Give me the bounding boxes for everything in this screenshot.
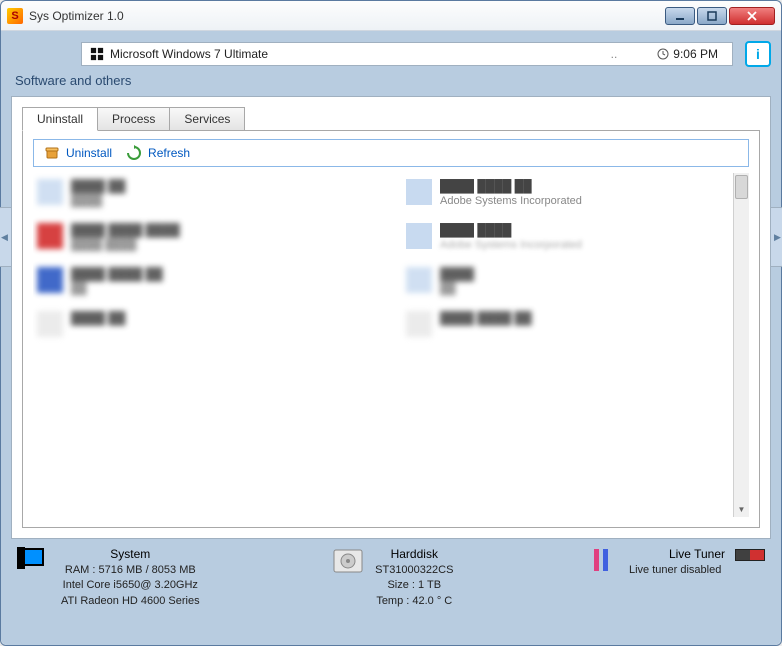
live-state: Live tuner disabled (629, 563, 721, 578)
windows-icon (90, 47, 104, 61)
refresh-icon (126, 145, 142, 161)
app-icon: S (7, 8, 23, 24)
infobar-separator: .. (611, 47, 618, 61)
live-title: Live Tuner (669, 547, 725, 561)
hdd-temp: Temp : 42.0 ° C (376, 594, 452, 609)
monitor-icon (17, 547, 51, 575)
system-title: System (110, 547, 150, 561)
tab-content: Uninstall Refresh ████ ██████ (22, 130, 760, 528)
time-label: 9:06 PM (673, 47, 718, 61)
maximize-icon (707, 11, 717, 21)
tab-process[interactable]: Process (97, 107, 170, 131)
status-bar: System RAM : 5716 MB / 8053 MB Intel Cor… (11, 539, 771, 635)
live-led-icon (735, 549, 765, 561)
scrollbar-thumb[interactable] (735, 175, 748, 199)
tab-uninstall[interactable]: Uninstall (22, 107, 98, 131)
os-label: Microsoft Windows 7 Ultimate (110, 47, 571, 61)
ram-label: RAM : 5716 MB / 8053 MB (65, 563, 196, 578)
uninstall-icon (44, 145, 60, 161)
maximize-button[interactable] (697, 7, 727, 25)
toolbar: Uninstall Refresh (33, 139, 749, 167)
infobar: Microsoft Windows 7 Ultimate .. 9:06 PM (81, 42, 733, 66)
window-title: Sys Optimizer 1.0 (29, 9, 665, 23)
cpu-label: Intel Core i5650@ 3.20GHz (63, 578, 198, 593)
list-item[interactable]: ████ ██ (37, 311, 376, 337)
harddisk-icon (331, 547, 365, 575)
list-item[interactable]: ██████ (406, 267, 745, 295)
live-tuner-status: Live Tuner Live tuner disabled (585, 547, 725, 631)
uninstall-button[interactable]: Uninstall (44, 145, 112, 161)
list-item[interactable]: ████ ████Adobe Systems Incorporated (406, 223, 745, 251)
system-status: System RAM : 5716 MB / 8053 MB Intel Cor… (17, 547, 200, 631)
list-item[interactable]: ████ ████ ████ (37, 267, 376, 295)
minimize-button[interactable] (665, 7, 695, 25)
tab-services[interactable]: Services (169, 107, 245, 131)
gpu-label: ATI Radeon HD 4600 Series (61, 594, 200, 609)
breadcrumb: Software and others (15, 73, 771, 88)
info-icon: i (756, 46, 760, 62)
infobar-row: Microsoft Windows 7 Ultimate .. 9:06 PM … (11, 41, 771, 67)
expand-right-button[interactable]: ▶ (771, 207, 782, 267)
close-icon (746, 11, 758, 21)
vendor-label: Adobe Systems Incorporated (440, 239, 582, 251)
vendor-label: Adobe Systems Incorporated (440, 195, 582, 207)
main-panel: ◀ ▶ Uninstall Process Services Uninstall (11, 96, 771, 539)
refresh-label: Refresh (148, 146, 190, 160)
harddisk-status: Harddisk ST31000322CS Size : 1 TB Temp :… (331, 547, 453, 631)
list-item[interactable]: ████ ████ ██Adobe Systems Incorporated (406, 179, 745, 207)
hdd-size: Size : 1 TB (387, 578, 441, 593)
tuner-icon (585, 547, 619, 575)
close-button[interactable] (729, 7, 775, 25)
minimize-icon (675, 11, 685, 21)
hdd-model: ST31000322CS (375, 563, 453, 578)
expand-left-button[interactable]: ◀ (0, 207, 11, 267)
window-buttons (665, 7, 775, 25)
list-item[interactable]: ████ ██████ (37, 179, 376, 207)
list-item[interactable]: ████ ████ ██ (406, 311, 745, 337)
window: S Sys Optimizer 1.0 Microsoft Windows 7 … (0, 0, 782, 646)
software-list: ████ ██████ ████ ████ ██Adobe Systems In… (33, 173, 749, 517)
uninstall-label: Uninstall (66, 146, 112, 160)
scroll-down-icon[interactable]: ▼ (734, 501, 749, 517)
tabs: Uninstall Process Services (12, 97, 770, 131)
info-button[interactable]: i (745, 41, 771, 67)
titlebar[interactable]: S Sys Optimizer 1.0 (1, 1, 781, 31)
refresh-button[interactable]: Refresh (126, 145, 190, 161)
scrollbar[interactable]: ▼ (733, 173, 749, 517)
client-area: Microsoft Windows 7 Ultimate .. 9:06 PM … (1, 31, 781, 645)
list-item[interactable]: ████ ████ ████████ ████ (37, 223, 376, 251)
hdd-title: Harddisk (391, 547, 438, 561)
clock-icon (657, 48, 669, 60)
